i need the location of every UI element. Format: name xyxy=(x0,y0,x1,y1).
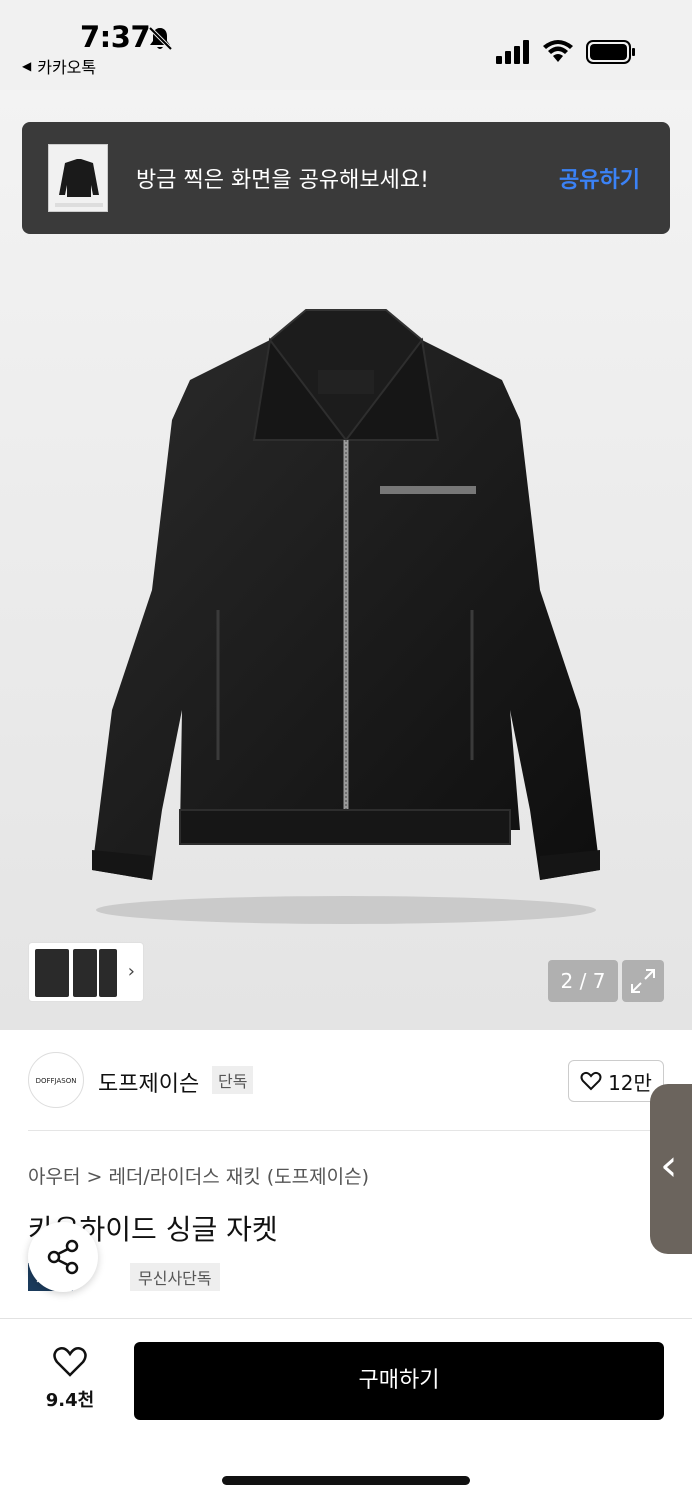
brand-like-button[interactable]: 12만 xyxy=(568,1060,664,1102)
heart-icon xyxy=(53,1346,87,1377)
wishlist-button[interactable]: 9.4천 xyxy=(30,1346,110,1412)
bottom-bar-divider xyxy=(0,1318,692,1319)
share-screenshot-toast: 방금 찍은 화면을 공유해보세요! 공유하기 xyxy=(22,122,670,234)
thumbnail-image[interactable] xyxy=(99,949,117,997)
toast-message: 방금 찍은 화면을 공유해보세요! xyxy=(136,168,429,193)
image-counter: 2 / 7 xyxy=(548,960,618,1002)
share-button[interactable] xyxy=(28,1222,98,1292)
wishlist-count: 9.4천 xyxy=(45,1390,95,1411)
brand-name[interactable]: 도프제이슨 xyxy=(98,1066,199,1098)
expand-button[interactable] xyxy=(622,960,664,1002)
exclusive-badge: 단독 xyxy=(212,1066,254,1094)
back-to-app-button[interactable]: ◀ 카카오톡 xyxy=(22,54,96,78)
status-bar: 7:37 ◀ 카카오톡 xyxy=(0,0,692,90)
product-tag: 무신사단독 xyxy=(130,1263,220,1291)
category-breadcrumb[interactable]: 아우터 > 레더/라이더스 재킷 (도프제이슨) xyxy=(28,1162,369,1189)
status-time: 7:37 xyxy=(80,20,151,54)
expand-icon xyxy=(631,969,655,993)
thumbnail-image[interactable] xyxy=(73,949,97,997)
wifi-icon xyxy=(543,40,573,62)
thumbnail-image[interactable] xyxy=(35,949,69,997)
brand-logo[interactable]: DOFFJASON xyxy=(28,1052,84,1108)
heart-icon xyxy=(580,1071,602,1091)
share-button[interactable]: 공유하기 xyxy=(559,162,640,194)
chevron-left-icon: ‹ xyxy=(660,1140,678,1191)
screenshot-thumbnail xyxy=(48,144,108,212)
buy-button[interactable]: 구매하기 xyxy=(134,1342,664,1420)
back-triangle-icon: ◀ xyxy=(22,59,32,73)
product-jacket-image xyxy=(92,309,600,924)
image-thumbnail-strip[interactable]: › xyxy=(28,942,144,1002)
share-icon xyxy=(47,1239,79,1275)
jacket-thumbnail-icon xyxy=(49,145,107,211)
home-indicator[interactable] xyxy=(222,1476,470,1485)
chevron-right-icon[interactable]: › xyxy=(128,961,135,982)
bell-muted-icon xyxy=(148,26,173,51)
divider xyxy=(28,1130,664,1131)
side-panel-handle[interactable]: ‹ xyxy=(650,1084,692,1254)
back-app-label: 카카오톡 xyxy=(37,58,97,77)
cellular-signal-icon xyxy=(496,40,529,64)
brand-like-count: 12만 xyxy=(608,1070,652,1095)
battery-icon xyxy=(586,40,635,64)
